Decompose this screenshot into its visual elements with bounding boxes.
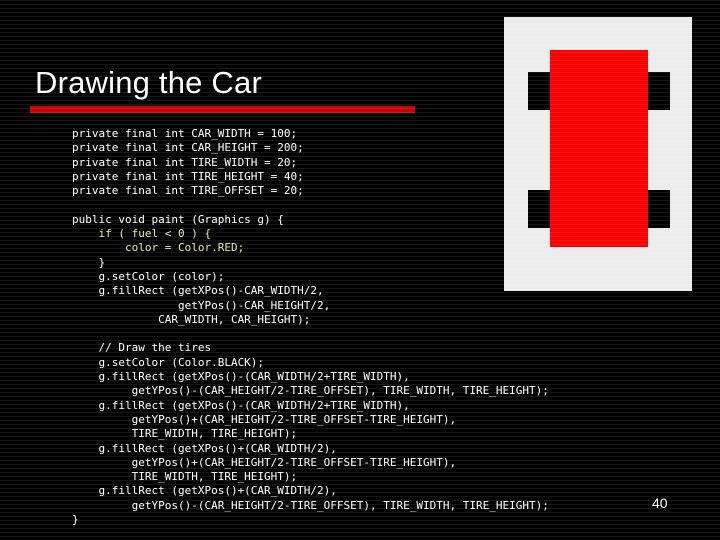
- code-line: g.fillRect (getXPos()-(CAR_WIDTH/2+TIRE_…: [72, 398, 410, 412]
- title-underline-rule: [30, 106, 415, 113]
- page-number: 40: [652, 495, 668, 511]
- tire-rear-right: [648, 190, 670, 228]
- code-line: g.fillRect (getXPos()+(CAR_WIDTH/2),: [72, 441, 337, 455]
- code-line: getYPos()-(CAR_HEIGHT/2-TIRE_OFFSET), TI…: [72, 498, 549, 512]
- code-line: }: [72, 513, 79, 527]
- code-line: getYPos()+(CAR_HEIGHT/2-TIRE_OFFSET-TIRE…: [72, 455, 457, 469]
- slide: Drawing the Car private final int CAR_WI…: [0, 0, 720, 540]
- tire-front-right: [648, 72, 670, 110]
- code-line: getYPos()-CAR_HEIGHT/2,: [72, 298, 331, 312]
- code-line: CAR_WIDTH, CAR_HEIGHT);: [72, 312, 311, 326]
- tire-front-left: [528, 72, 550, 110]
- code-line: getYPos()+(CAR_HEIGHT/2-TIRE_OFFSET-TIRE…: [72, 412, 457, 426]
- code-line: getYPos()-(CAR_HEIGHT/2-TIRE_OFFSET), TI…: [72, 384, 549, 398]
- car-diagram-panel: [504, 17, 692, 291]
- tire-rear-left: [528, 190, 550, 228]
- code-line: TIRE_WIDTH, TIRE_HEIGHT);: [72, 427, 298, 441]
- car-body-rect: [550, 50, 648, 247]
- code-line: g.fillRect (getXPos()-(CAR_WIDTH/2+TIRE_…: [72, 370, 410, 384]
- code-line: // Draw the tires: [72, 341, 212, 355]
- code-line: g.fillRect (getXPos()+(CAR_WIDTH/2),: [72, 484, 337, 498]
- code-line: g.setColor (Color.BLACK);: [72, 355, 265, 369]
- page-title: Drawing the Car: [35, 65, 262, 100]
- code-line: TIRE_WIDTH, TIRE_HEIGHT);: [72, 470, 298, 484]
